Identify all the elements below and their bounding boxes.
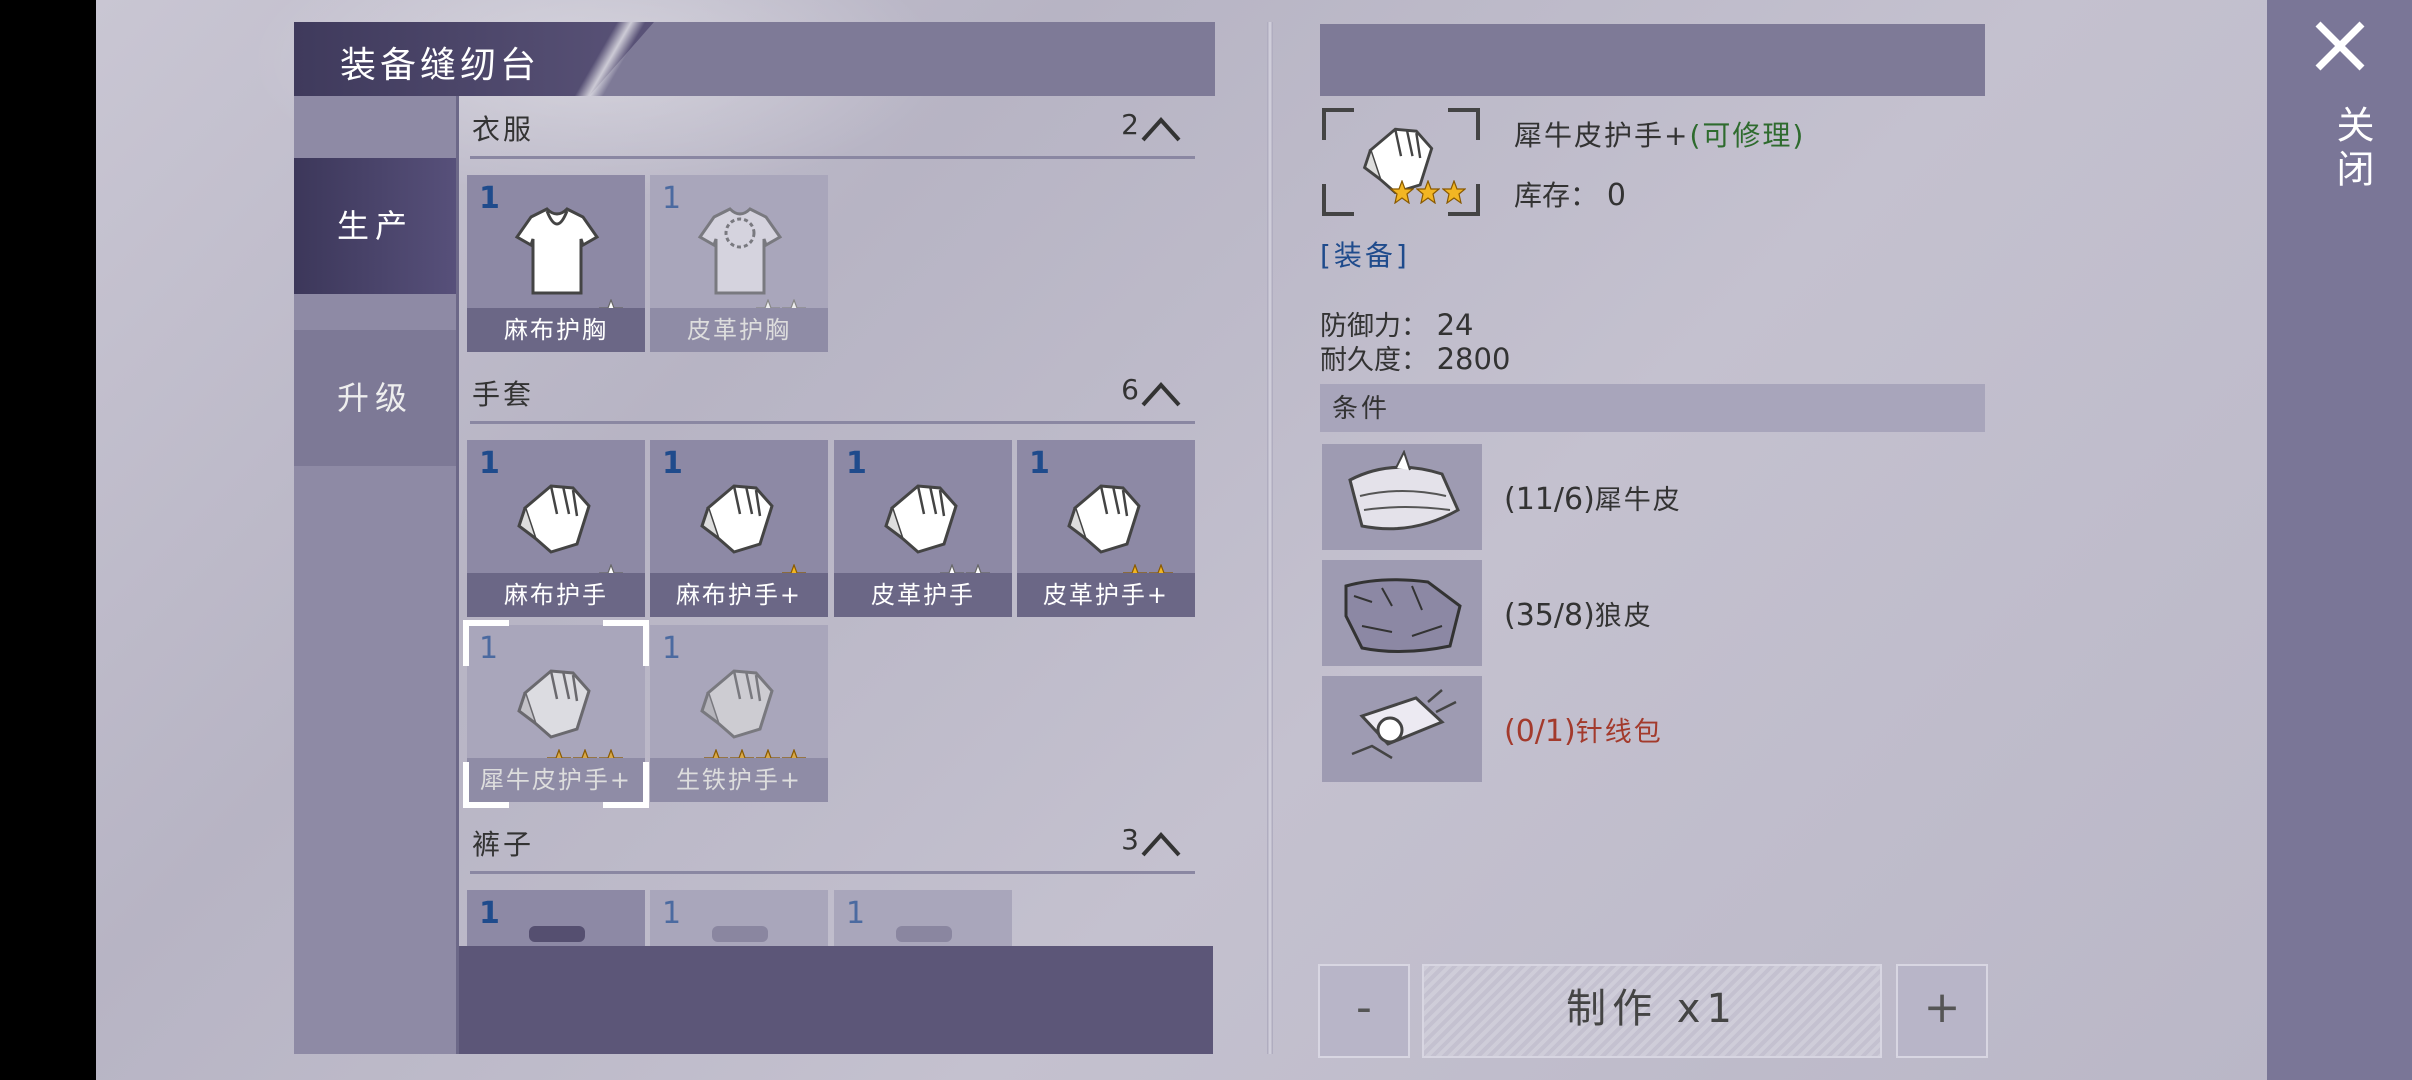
decrease-quantity-button[interactable]: - (1318, 964, 1410, 1058)
detail-item-icon (1322, 108, 1480, 216)
glove-icon (517, 484, 591, 554)
repairable-label: (可修理) (1689, 119, 1806, 152)
panel-divider (1267, 22, 1273, 1054)
pants-icon (712, 926, 768, 942)
selection-frame (463, 620, 649, 808)
recipe-item[interactable]: 1 生铁护手+ (650, 625, 828, 802)
recipe-item[interactable]: 1 (650, 890, 828, 946)
material-count: (35/8) (1504, 598, 1595, 633)
durability-label: 耐久度： (1320, 345, 1428, 376)
item-quantity: 1 (479, 896, 500, 931)
item-quantity: 1 (662, 896, 682, 931)
list-footer (459, 946, 1213, 1054)
material-requirement-missing: (0/1)针线包 (1504, 710, 1663, 749)
recipe-item[interactable]: 1 (834, 890, 1012, 946)
item-name: 麻布护胸 (467, 308, 645, 352)
close-icon[interactable] (2312, 18, 2368, 74)
recipe-item[interactable]: 1 (467, 890, 645, 946)
item-quantity: 1 (846, 446, 867, 481)
item-name: 皮革护手 (834, 573, 1012, 617)
glove-icon (700, 484, 774, 554)
conditions-header (1320, 384, 1985, 432)
recipe-item[interactable]: 1 皮革护手 (834, 440, 1012, 617)
recipe-item[interactable]: 1 麻布护手 (467, 440, 645, 617)
sewing-kit-icon (1351, 689, 1457, 760)
chevron-up-icon (1141, 832, 1181, 857)
material-count: (0/1) (1504, 714, 1576, 749)
material-count: (11/6) (1504, 482, 1595, 517)
category-count: 2 (1121, 108, 1139, 141)
category-name: 裤子 (472, 828, 535, 861)
item-name: 麻布护手 (467, 573, 645, 617)
detail-stock: 库存： 0 (1514, 174, 1626, 214)
material-slot[interactable] (1322, 676, 1482, 782)
item-quantity: 1 (662, 631, 682, 666)
item-quantity: 1 (479, 181, 500, 216)
durability-stat: 耐久度： 2800 (1320, 338, 1510, 377)
item-name: 皮革护胸 (650, 308, 828, 352)
recipe-item[interactable]: 1 麻布护胸 (467, 175, 645, 352)
stock-value: 0 (1606, 178, 1627, 213)
material-name: 犀牛皮 (1594, 485, 1682, 516)
material-slot[interactable] (1322, 560, 1482, 666)
star-icon (1416, 180, 1440, 204)
list-border (456, 96, 459, 1054)
durability-value: 2800 (1436, 342, 1511, 376)
pants-icon (896, 926, 952, 942)
shirt-icon (697, 207, 783, 295)
category-header-pants[interactable]: 裤子 3 (470, 813, 1195, 874)
increase-quantity-button[interactable]: + (1896, 964, 1988, 1058)
glove-icon (884, 484, 958, 554)
material-requirement: (11/6)犀牛皮 (1504, 478, 1682, 517)
star-icon (1442, 180, 1466, 204)
wolf-pelt-icon (1344, 578, 1462, 654)
detail-item-name: 犀牛皮护手+(可修理) (1514, 114, 1805, 154)
conditions-label: 条件 (1332, 394, 1391, 424)
category-header-clothes[interactable]: 衣服 2 (470, 98, 1195, 159)
equipment-tag: [装备] (1320, 239, 1410, 272)
item-name: 皮革护手+ (1017, 573, 1195, 617)
category-count: 6 (1121, 373, 1139, 406)
item-name: 麻布护手+ (650, 573, 828, 617)
tab-produce[interactable]: 生产 (294, 158, 456, 294)
rarity-stars (1390, 180, 1466, 204)
defense-value: 24 (1436, 308, 1474, 342)
recipe-item[interactable]: 1 麻布护手+ (650, 440, 828, 617)
close-button-label[interactable]: 关闭 (2300, 105, 2380, 193)
detail-header (1320, 24, 1985, 96)
window-title: 装备缝纫台 (340, 45, 541, 86)
glove-icon (700, 669, 774, 739)
item-quantity: 1 (1029, 446, 1050, 481)
title-decoration (560, 22, 660, 96)
star-icon (1390, 180, 1414, 204)
pants-icon (529, 926, 585, 942)
tab-upgrade[interactable]: 升级 (294, 330, 456, 466)
item-quantity: 1 (662, 181, 682, 216)
craft-button[interactable]: 制作 x1 (1422, 964, 1882, 1058)
chevron-up-icon (1141, 382, 1181, 407)
recipe-item[interactable]: 1 皮革护手+ (1017, 440, 1195, 617)
material-name: 针线包 (1575, 717, 1663, 748)
material-slot[interactable] (1322, 444, 1482, 550)
category-header-gloves[interactable]: 手套 6 (470, 363, 1195, 424)
material-requirement: (35/8)狼皮 (1504, 594, 1653, 633)
glove-icon (1067, 484, 1141, 554)
stock-label: 库存： (1514, 179, 1599, 212)
recipe-item[interactable]: 1 皮革护胸 (650, 175, 828, 352)
item-quantity: 1 (846, 896, 866, 931)
chevron-up-icon (1141, 117, 1181, 142)
category-name: 衣服 (472, 113, 535, 146)
item-name: 生铁护手+ (650, 758, 828, 802)
item-quantity: 1 (479, 446, 500, 481)
item-name-text: 犀牛皮护手+ (1514, 119, 1690, 152)
material-name: 狼皮 (1594, 601, 1653, 632)
category-count: 3 (1121, 823, 1139, 856)
rhino-hide-icon (1348, 450, 1460, 531)
category-name: 手套 (472, 378, 535, 411)
shirt-icon (514, 207, 600, 295)
item-quantity: 1 (662, 446, 683, 481)
